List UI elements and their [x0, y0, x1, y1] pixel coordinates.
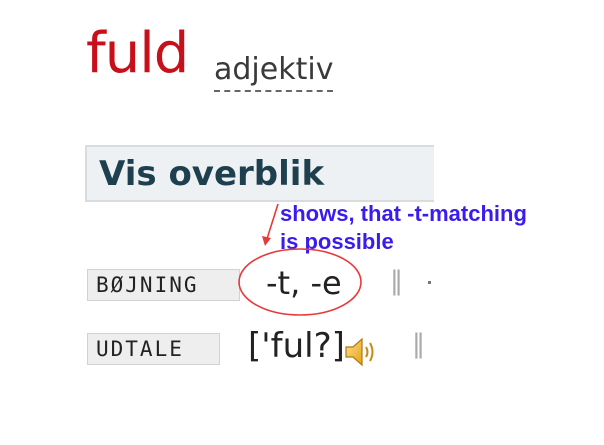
speaker-icon[interactable] [343, 335, 381, 369]
annotation-note: shows, that -t-matching is possible [280, 200, 527, 256]
inflection-label: BØJNING [87, 269, 240, 301]
separator: ‖ [412, 329, 425, 359]
annotation-arrow-line [265, 203, 279, 243]
annotation-line-1: shows, that -t-matching [280, 201, 527, 226]
show-overview-button[interactable]: Vis overblik [99, 153, 324, 195]
headword: fuld [86, 21, 189, 86]
pronunciation-label: UDTALE [87, 333, 220, 365]
annotation-line-2: is possible [280, 229, 394, 254]
separator: ‖ [390, 266, 403, 296]
part-of-speech-link[interactable]: adjektiv [214, 52, 334, 92]
inflection-value: -t, -e [266, 264, 342, 302]
speaker-icon-graphic [345, 337, 374, 367]
annotation-arrow-head [262, 236, 271, 246]
overview-bar[interactable]: Vis overblik [85, 145, 434, 202]
pronunciation-value: ['ful?] [248, 326, 345, 366]
truncated-dot [428, 281, 431, 284]
